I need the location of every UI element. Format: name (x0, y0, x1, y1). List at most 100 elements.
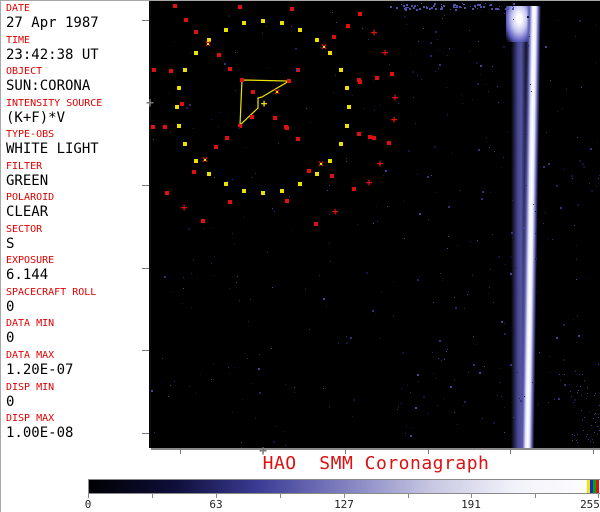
noise-pixel (259, 354, 260, 355)
noise-pixel (461, 7, 462, 8)
noise-pixel (523, 374, 524, 375)
noise-pixel (189, 104, 191, 106)
noise-pixel (531, 91, 532, 92)
noise-pixel (490, 192, 491, 193)
noise-pixel (480, 10, 481, 11)
noise-pixel (381, 292, 382, 293)
marker-x-center (204, 159, 206, 161)
noise-pixel (449, 48, 450, 49)
noise-pixel (214, 275, 215, 276)
star-marker-red (169, 69, 173, 73)
noise-pixel (448, 236, 449, 237)
noise-pixel (598, 364, 599, 365)
noise-pixel (580, 386, 581, 387)
noise-pixel (545, 212, 546, 213)
metadata-row: DATE 27 Apr 1987 (6, 3, 149, 35)
center-marker-plus: + (258, 98, 270, 110)
noise-pixel (442, 18, 443, 19)
ring-marker-yellow (280, 21, 284, 25)
noise-pixel (151, 390, 153, 392)
noise-pixel (431, 175, 432, 176)
noise-pixel (579, 20, 581, 22)
noise-pixel (563, 324, 565, 326)
noise-pixel (518, 150, 519, 151)
noise-pixel (501, 167, 502, 168)
noise-pixel (455, 9, 457, 11)
noise-pixel (516, 267, 517, 268)
noise-pixel (239, 300, 240, 301)
noise-pixel (418, 381, 419, 382)
noise-pixel (493, 302, 494, 303)
noise-pixel (560, 207, 562, 209)
star-marker-red (194, 30, 198, 34)
noise-pixel (590, 441, 591, 442)
noise-pixel (267, 252, 268, 253)
star-marker-red (387, 141, 391, 145)
noise-pixel (406, 4, 408, 6)
star-marker-red (151, 125, 155, 129)
noise-pixel (414, 5, 416, 7)
noise-pixel (586, 398, 587, 399)
noise-pixel (581, 395, 582, 396)
noise-pixel (493, 422, 495, 424)
noise-pixel (246, 147, 247, 148)
noise-pixel (441, 4, 442, 5)
noise-pixel (272, 208, 273, 209)
noise-pixel (193, 128, 194, 129)
star-marker-red (296, 137, 300, 141)
noise-pixel (284, 431, 285, 432)
noise-pixel (563, 359, 565, 361)
noise-pixel (549, 356, 550, 357)
noise-pixel (508, 54, 509, 55)
metadata-value: SUN:CORONA (6, 77, 149, 96)
star-marker-red (201, 219, 205, 223)
noise-pixel (427, 176, 429, 178)
noise-pixel (589, 183, 590, 184)
noise-pixel (191, 307, 192, 308)
noise-pixel (597, 434, 598, 435)
metadata-label: DATA MAX (6, 350, 149, 361)
noise-pixel (454, 379, 455, 380)
noise-pixel (523, 227, 525, 229)
noise-pixel (573, 319, 574, 320)
noise-pixel (501, 396, 502, 397)
noise-pixel (595, 62, 596, 63)
noise-pixel (419, 276, 420, 277)
noise-pixel (211, 228, 212, 229)
noise-pixel (447, 115, 448, 116)
noise-pixel (460, 190, 461, 191)
noise-pixel (373, 81, 374, 82)
noise-pixel (291, 230, 292, 231)
noise-pixel (583, 430, 584, 431)
noise-pixel (442, 280, 443, 281)
noise-pixel (556, 337, 558, 339)
noise-pixel (556, 185, 558, 187)
noise-pixel (475, 344, 476, 345)
noise-pixel (478, 41, 479, 42)
noise-pixel (296, 69, 298, 71)
noise-pixel (437, 405, 438, 406)
noise-pixel (291, 26, 292, 27)
noise-pixel (513, 417, 514, 418)
ring-marker-yellow (183, 142, 187, 146)
noise-pixel (441, 360, 442, 361)
metadata-value: 27 Apr 1987 (6, 14, 149, 33)
noise-pixel (200, 374, 201, 375)
noise-pixel (552, 239, 553, 240)
noise-pixel (241, 442, 242, 443)
noise-pixel (248, 321, 249, 322)
noise-pixel (401, 388, 402, 389)
noise-pixel (197, 278, 198, 279)
noise-pixel (477, 4, 479, 6)
noise-pixel (374, 110, 375, 111)
noise-pixel (595, 413, 596, 414)
metadata-label: POLAROID (6, 192, 149, 203)
noise-pixel (599, 430, 600, 431)
left-axis-tick (142, 268, 149, 269)
noise-pixel (512, 8, 514, 10)
metadata-sidebar: DATE 27 Apr 1987 TIME 23:42:38 UT OBJECT SUN:… (6, 3, 149, 445)
star-marker-red (250, 115, 254, 119)
noise-pixel (259, 392, 261, 394)
noise-pixel (421, 3, 422, 4)
noise-pixel (419, 213, 421, 215)
